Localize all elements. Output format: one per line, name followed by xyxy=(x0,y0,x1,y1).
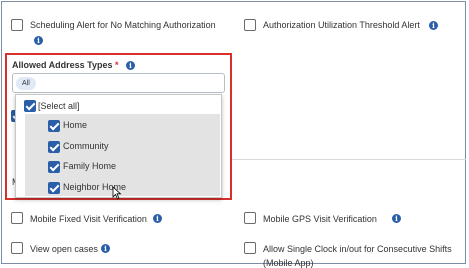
option-family-home-checkbox[interactable] xyxy=(48,161,60,173)
mobile-gps-checkbox[interactable] xyxy=(244,212,256,224)
mobile-fixed-checkbox[interactable] xyxy=(11,212,23,224)
scheduling-alert-checkbox[interactable] xyxy=(11,19,23,31)
info-icon[interactable]: i xyxy=(429,21,438,30)
option-neighbor-home-checkbox[interactable] xyxy=(48,182,60,194)
option-community-checkbox[interactable] xyxy=(48,141,60,153)
info-icon[interactable]: i xyxy=(153,214,162,223)
info-icon[interactable]: i xyxy=(34,36,43,45)
required-mark: * xyxy=(115,60,119,70)
info-icon[interactable]: i xyxy=(392,214,401,223)
authorization-threshold-label: Authorization Utilization Threshold Aler… xyxy=(263,20,420,30)
scheduling-alert-label: Scheduling Alert for No Matching Authori… xyxy=(30,20,216,30)
view-open-cases-label: View open cases xyxy=(30,244,98,254)
authorization-threshold-checkbox[interactable] xyxy=(244,19,256,31)
option-home-checkbox[interactable] xyxy=(48,120,60,132)
select-all-checkbox[interactable] xyxy=(24,100,36,112)
section-divider xyxy=(232,159,466,160)
address-types-title: Allowed Address Types xyxy=(12,60,113,70)
address-types-select[interactable]: All xyxy=(12,73,225,93)
selected-chip[interactable]: All xyxy=(16,77,36,90)
mobile-gps-label: Mobile GPS Visit Verification xyxy=(263,214,377,224)
option-home-label[interactable]: Home xyxy=(63,120,87,130)
mouse-cursor-icon xyxy=(112,186,122,200)
select-all-label[interactable]: [Select all] xyxy=(38,101,80,111)
option-community-label[interactable]: Community xyxy=(63,141,109,151)
option-family-home-label[interactable]: Family Home xyxy=(63,161,116,171)
info-icon[interactable]: i xyxy=(101,244,110,253)
mobile-fixed-label: Mobile Fixed Visit Verification xyxy=(30,214,147,224)
single-clock-label: Allow Single Clock in/out for Consecutiv… xyxy=(263,244,452,254)
info-icon[interactable]: i xyxy=(126,61,135,70)
single-clock-checkbox[interactable] xyxy=(244,242,256,254)
view-open-cases-checkbox[interactable] xyxy=(11,242,23,254)
address-types-label: Allowed Address Types * xyxy=(12,60,119,70)
